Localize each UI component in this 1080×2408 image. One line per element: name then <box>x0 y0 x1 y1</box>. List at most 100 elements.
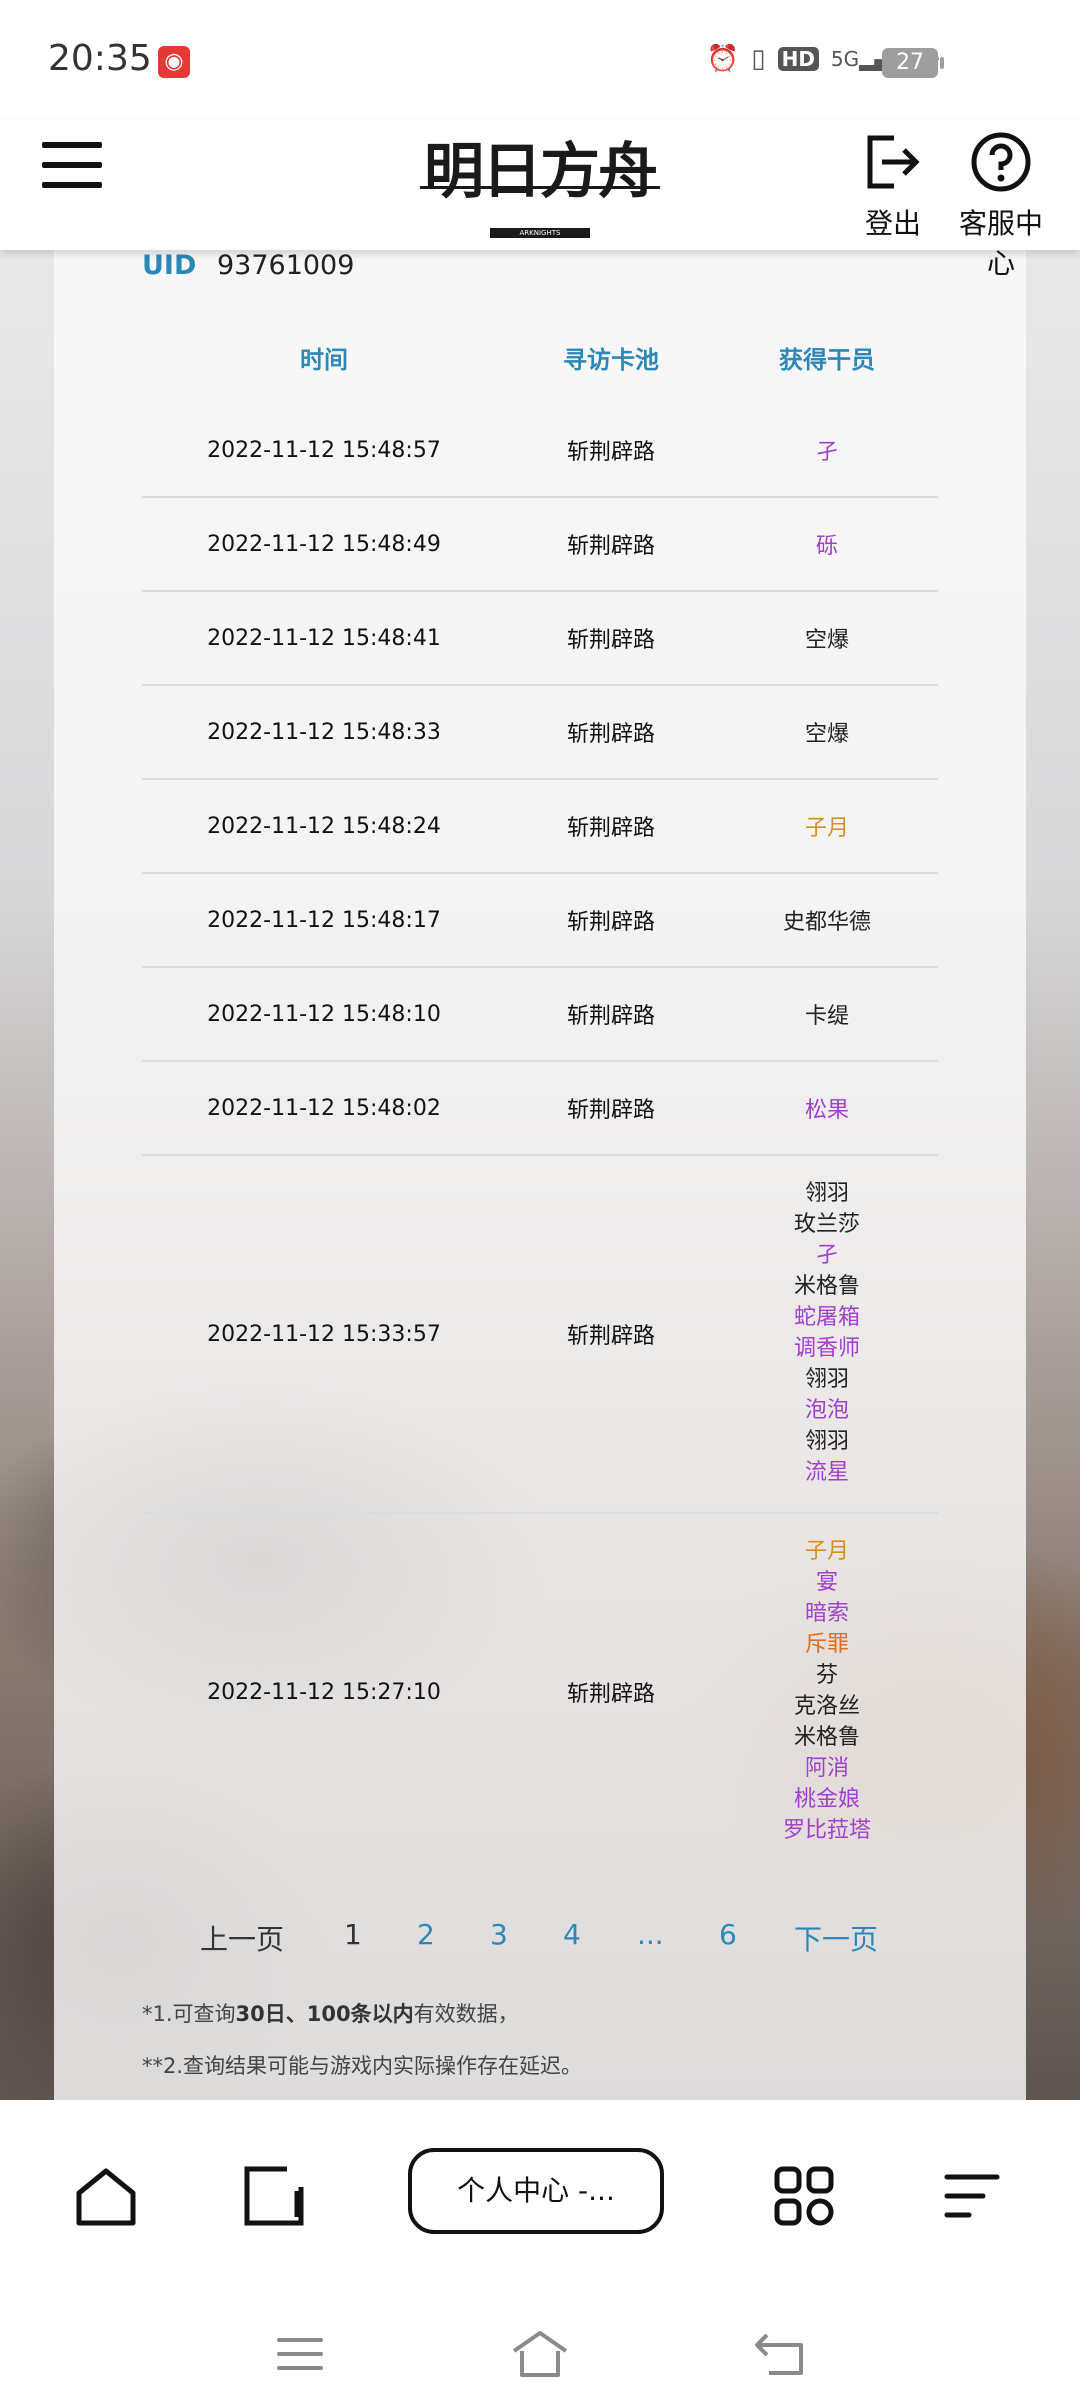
table-row: 2022-11-12 15:48:49 斩荆辟路 砾 <box>142 498 938 592</box>
menu-icon[interactable] <box>42 142 102 188</box>
operator-name: 玫兰莎 <box>793 1212 860 1237</box>
page-link-2[interactable]: 2 <box>417 1918 435 1951</box>
header-pool: 寻访卡池 <box>563 345 659 374</box>
cell-operators: 空爆 <box>716 622 938 654</box>
cell-pool: 斩荆辟路 <box>566 628 655 653</box>
page-link-4[interactable]: 4 <box>563 1918 581 1951</box>
page-link-1[interactable]: 1 <box>344 1918 362 1951</box>
recent-apps-button[interactable] <box>270 2324 330 2384</box>
vibrate-icon: ▯ <box>751 44 766 74</box>
operator-name: 史都华德 <box>782 910 871 935</box>
operator-name: 翎羽 <box>804 1429 849 1454</box>
uid-display: UID 93761009 <box>142 250 354 281</box>
cell-time: 2022-11-12 15:33:57 <box>207 1321 441 1347</box>
page-ellipsis: ... <box>637 1918 664 1951</box>
browser-toolbar: 个人中心 -... <box>0 2100 1080 2300</box>
operator-name: 孑 <box>815 1243 838 1268</box>
operator-name: 卡缇 <box>804 1004 849 1029</box>
uid-value: 93761009 <box>216 250 355 281</box>
current-tab-pill[interactable]: 个人中心 -... <box>408 2148 664 2234</box>
page-link-3[interactable]: 3 <box>490 1918 508 1951</box>
cell-operators: 翎羽 玫兰莎孑米格鲁 蛇屠箱 调香师 翎羽 泡泡 翎羽 流星 <box>716 1156 938 1512</box>
operator-name: 宴 <box>815 1570 838 1595</box>
tabs-button[interactable] <box>238 2160 310 2232</box>
operator-name: 松果 <box>804 1098 849 1123</box>
operator-name: 米格鲁 <box>793 1725 860 1750</box>
header-operators: 获得干员 <box>779 345 875 374</box>
table-body: 2022-11-12 15:48:57 斩荆辟路孑 2022-11-12 15:48… <box>142 404 938 1870</box>
operator-name: 蛇屠箱 <box>793 1305 860 1330</box>
cell-pool: 斩荆辟路 <box>566 910 655 935</box>
cell-time: 2022-11-12 15:48:02 <box>207 1095 441 1121</box>
table-row: 2022-11-12 15:48:02 斩荆辟路 松果 <box>142 1062 938 1156</box>
system-navigation-bar <box>0 2300 1080 2408</box>
operator-name: 子月 <box>804 816 849 841</box>
cell-pool: 斩荆辟路 <box>566 1098 655 1123</box>
back-icon <box>755 2333 803 2375</box>
cell-time: 2022-11-12 15:48:24 <box>207 813 441 839</box>
operator-name: 砾 <box>815 534 838 559</box>
recent-apps-icon <box>277 2338 323 2370</box>
logout-button[interactable]: 登出 <box>858 126 928 242</box>
system-home-button[interactable] <box>510 2324 570 2384</box>
cell-time: 2022-11-12 15:48:49 <box>207 531 441 557</box>
table-header: 时间 寻访卡池 获得干员 <box>142 310 938 404</box>
operator-name: 桃金娘 <box>793 1787 860 1812</box>
gacha-history-card: UID 93761009 时间 寻访卡池 获得干员 2022-11-12 15:… <box>54 250 1026 2100</box>
table-row: 2022-11-12 15:33:57 斩荆辟路 翎羽 玫兰莎孑米格鲁 蛇屠箱 调香师 翎羽… <box>142 1156 938 1514</box>
logo-underline <box>420 186 660 189</box>
battery-indicator: 27 <box>882 48 944 78</box>
menu-lines-icon <box>944 2174 1000 2218</box>
cell-pool: 斩荆辟路 <box>566 534 655 559</box>
browser-menu-button[interactable] <box>936 2160 1008 2232</box>
header-time: 时间 <box>300 345 348 374</box>
cell-pool: 斩荆辟路 <box>566 1004 655 1029</box>
operator-name: 空爆 <box>804 628 849 653</box>
apps-button[interactable] <box>768 2160 840 2232</box>
customer-service-button[interactable]: 客服中心 <box>946 126 1056 282</box>
cell-operators: 卡缇 <box>716 998 938 1030</box>
cell-time: 2022-11-12 15:27:10 <box>207 1679 441 1705</box>
cell-pool: 斩荆辟路 <box>566 816 655 841</box>
site-header: 明日方舟 ARKNIGHTS 登出 客服中心 <box>0 120 1080 280</box>
logo-subtitle: ARKNIGHTS <box>490 228 590 238</box>
table-row: 2022-11-12 15:48:10 斩荆辟路 卡缇 <box>142 968 938 1062</box>
cell-time: 2022-11-12 15:48:10 <box>207 1001 441 1027</box>
alarm-icon: ⏰ <box>706 44 740 74</box>
operator-name: 罗比菈塔 <box>782 1818 871 1843</box>
note-2: **2.查询结果可能与游戏内实际操作存在延迟。 <box>142 2054 583 2078</box>
page-link-6[interactable]: 6 <box>719 1918 737 1951</box>
logo-text: 明日方舟 <box>424 137 658 207</box>
operator-name: 调香师 <box>793 1336 860 1361</box>
help-label: 客服中心 <box>958 207 1043 280</box>
cell-operators: 史都华德 <box>716 904 938 936</box>
cell-operators: 子月宴暗索 斥罪芬克洛丝 米格鲁 阿消 桃金娘 罗比菈塔 <box>716 1514 938 1870</box>
operator-name: 斥罪 <box>804 1632 849 1657</box>
cell-operators: 孑 <box>716 434 938 466</box>
home-button[interactable] <box>70 2160 142 2232</box>
next-page-link[interactable]: 下一页 <box>794 1918 878 1958</box>
back-button[interactable] <box>750 2324 810 2384</box>
cell-time: 2022-11-12 15:48:41 <box>207 625 441 651</box>
cell-pool: 斩荆辟路 <box>566 722 655 747</box>
operator-name: 泡泡 <box>804 1398 849 1423</box>
operator-name: 克洛丝 <box>793 1694 860 1719</box>
cell-operators: 子月 <box>716 810 938 842</box>
cell-operators: 松果 <box>716 1092 938 1124</box>
table-row: 2022-11-12 15:48:57 斩荆辟路 孑 <box>142 404 938 498</box>
cell-pool: 斩荆辟路 <box>566 1682 655 1707</box>
prev-page-link[interactable]: 上一页 <box>200 1918 284 1958</box>
operator-name: 芬 <box>815 1663 838 1688</box>
arknights-logo[interactable]: 明日方舟 ARKNIGHTS <box>420 132 660 242</box>
table-row: 2022-11-12 15:48:24 斩荆辟路 子月 <box>142 780 938 874</box>
logout-label: 登出 <box>864 207 921 240</box>
operator-name: 子月 <box>804 1539 849 1564</box>
cell-time: 2022-11-12 15:48:33 <box>207 719 441 745</box>
music-app-icon: ◉ <box>158 46 190 78</box>
help-icon <box>946 126 1056 198</box>
tabs-icon <box>244 2166 304 2226</box>
status-time: 20:35 <box>48 38 152 79</box>
gacha-table: 时间 寻访卡池 获得干员 2022-11-12 15:48:57 斩荆辟路孑 202… <box>142 310 938 1870</box>
status-bar: 20:35 ◉ ⏰ ▯ HD 5G▂▄▆ ◠ 27 <box>0 0 1080 120</box>
operator-name: 阿消 <box>804 1756 849 1781</box>
